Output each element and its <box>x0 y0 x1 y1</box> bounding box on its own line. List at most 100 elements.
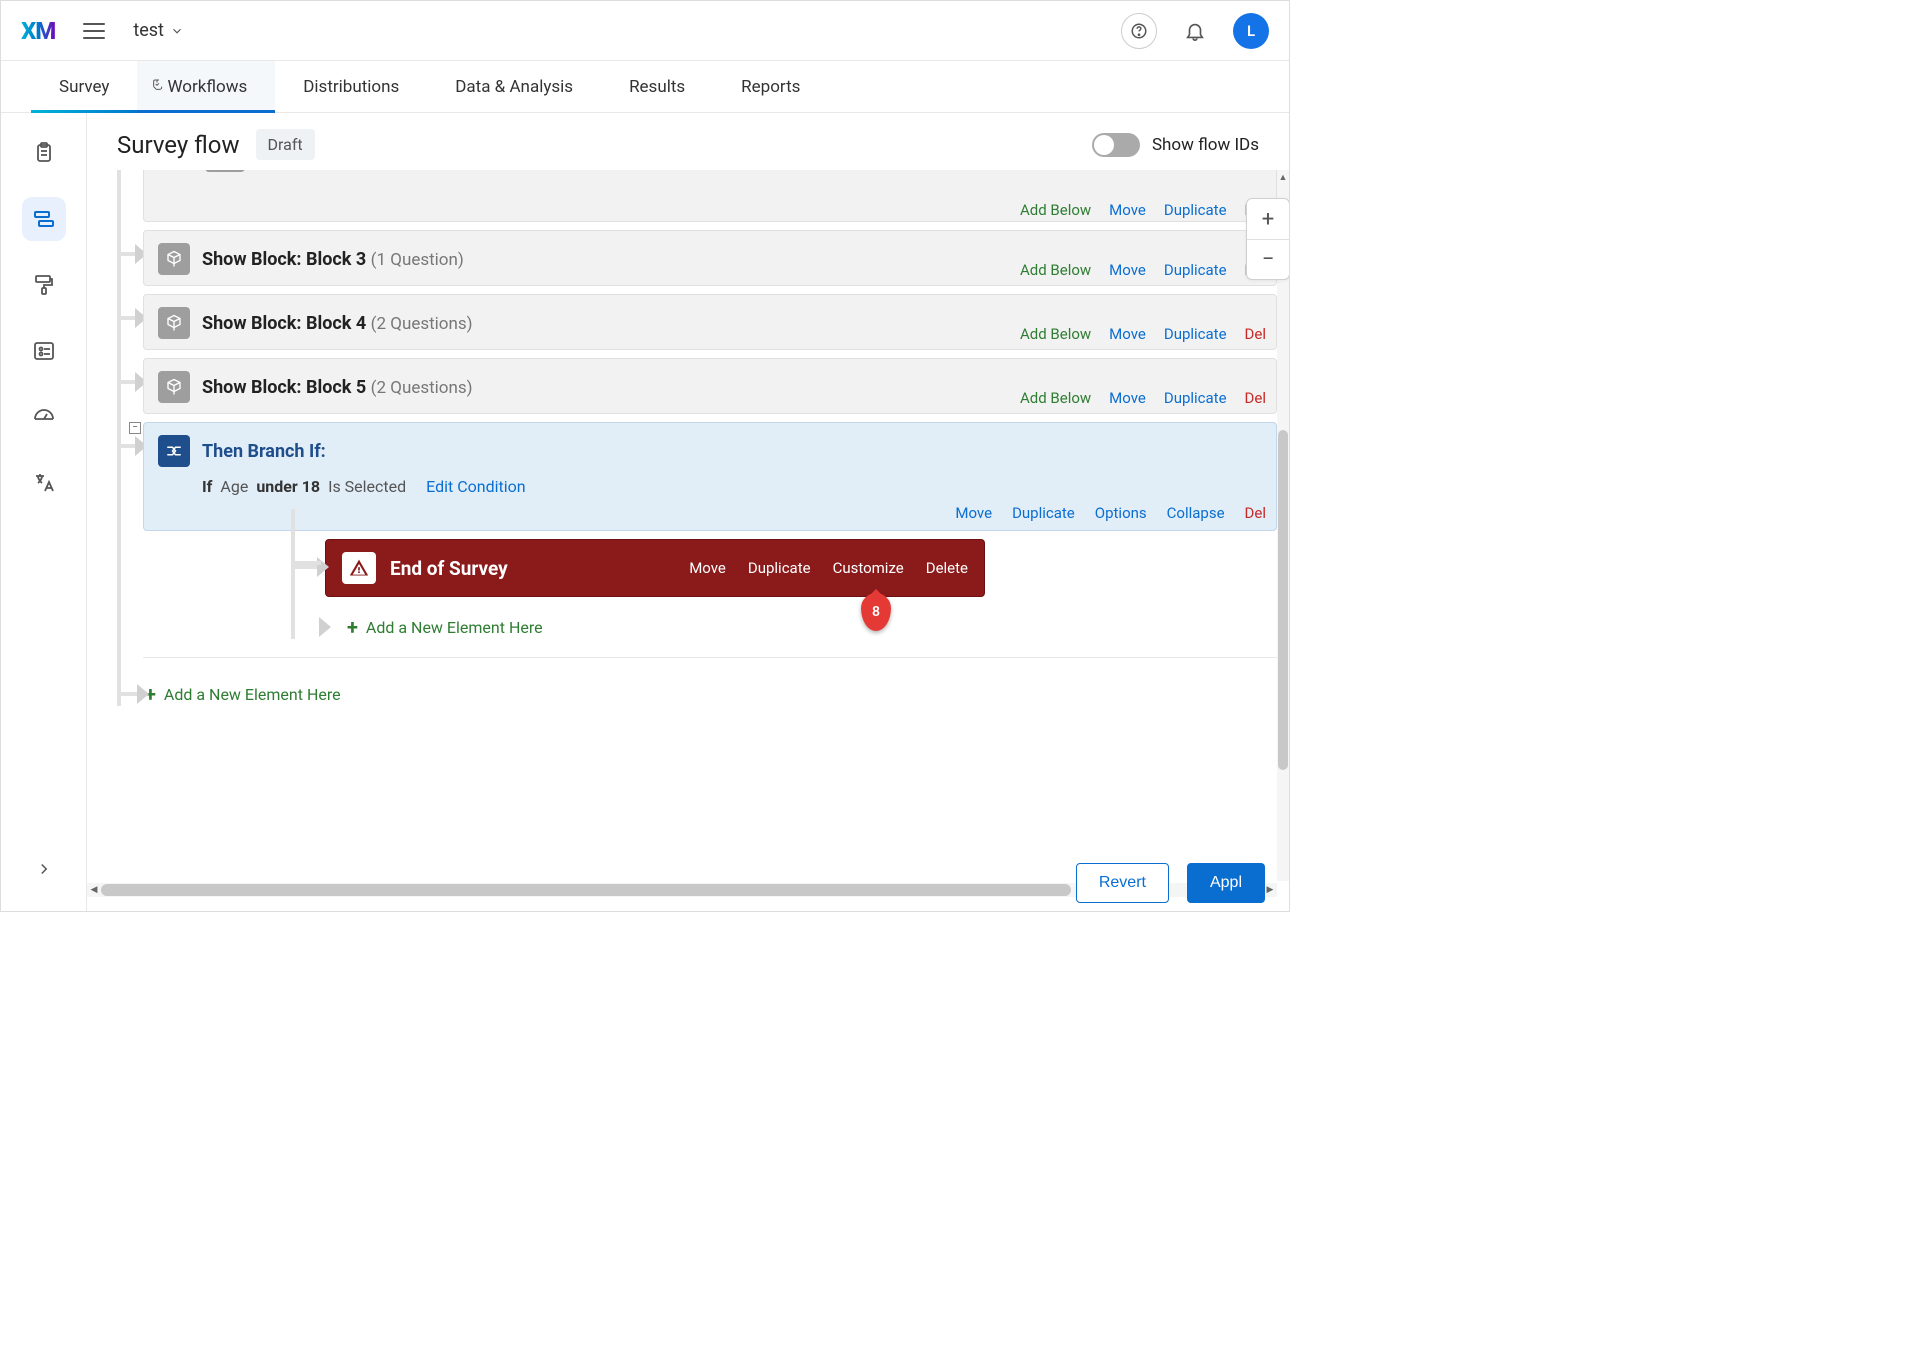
rail-translations[interactable] <box>22 461 66 505</box>
action-move[interactable]: Move <box>1109 389 1146 407</box>
paint-roller-icon <box>32 273 56 297</box>
rail-survey-flow[interactable] <box>22 197 66 241</box>
chevron-right-icon <box>35 860 53 878</box>
block-actions: Add Below Move Duplicate Del <box>1020 261 1266 279</box>
menu-icon[interactable] <box>79 14 109 48</box>
block-actions: Add Below Move Duplicate Del <box>1020 325 1266 343</box>
action-delete[interactable]: Del <box>1245 389 1266 407</box>
branch-icon <box>158 435 190 467</box>
tab-workflows[interactable]: Workflows <box>137 61 275 112</box>
rail-quotas[interactable] <box>22 395 66 439</box>
flow-column: Add Below Move Duplicate Del <box>111 170 1277 706</box>
action-move[interactable]: Move <box>1109 325 1146 343</box>
branch-title: Then Branch If: <box>202 441 326 462</box>
branch-actions: Move Duplicate Options Collapse Del <box>955 504 1266 522</box>
footer-buttons: Revert Appl <box>1076 863 1265 903</box>
scroll-left-arrow[interactable]: ◀ <box>87 885 101 895</box>
project-name-label: test <box>133 20 164 41</box>
branch-collapse-toggle[interactable]: − <box>129 422 141 434</box>
user-avatar[interactable]: L <box>1233 13 1269 49</box>
rail-look-feel[interactable] <box>22 263 66 307</box>
block-icon-stub <box>205 170 245 172</box>
end-of-survey-card[interactable]: End of Survey Move Duplicate Customize D… <box>325 539 985 597</box>
flow-block-row: Show Block: Block 4 (2 Questions) Add Be… <box>143 294 1277 350</box>
block-card[interactable]: Show Block: Block 4 (2 Questions) Add Be… <box>143 294 1277 350</box>
edit-condition-link[interactable]: Edit Condition <box>426 477 525 496</box>
topbar-right: L <box>1121 13 1269 49</box>
add-element-outer[interactable]: + Add a New Element Here <box>145 682 1277 706</box>
scroll-right-arrow[interactable]: ▶ <box>1263 885 1277 895</box>
action-move[interactable]: Move <box>1109 261 1146 279</box>
tab-workflows-label: Workflows <box>167 77 247 97</box>
block-title: Show Block: Block 4 (2 Questions) <box>202 313 473 334</box>
action-delete[interactable]: Del <box>1245 504 1266 522</box>
scroll-up-arrow[interactable]: ▲ <box>1277 170 1289 184</box>
tab-data-analysis[interactable]: Data & Analysis <box>427 61 601 112</box>
block-title: Show Block: Block 5 (2 Questions) <box>202 377 473 398</box>
cube-icon <box>158 243 190 275</box>
rail-builder[interactable] <box>22 131 66 175</box>
apply-button[interactable]: Appl <box>1187 863 1265 903</box>
plus-icon: + <box>347 615 358 639</box>
tab-bar: Survey Workflows Distributions Data & An… <box>1 61 1289 113</box>
action-move[interactable]: Move <box>955 504 992 522</box>
branch-card[interactable]: Then Branch If: If Age under 18 Is Selec… <box>143 422 1277 531</box>
notifications-button[interactable] <box>1177 13 1213 49</box>
project-name-dropdown[interactable]: test <box>133 20 184 41</box>
action-options[interactable]: Options <box>1095 504 1147 522</box>
eos-title: End of Survey <box>390 557 508 580</box>
action-collapse[interactable]: Collapse <box>1167 504 1225 522</box>
rail-survey-options[interactable] <box>22 329 66 373</box>
flow-branch-row: − Then Branch If: If Age under 18 <box>143 422 1277 531</box>
branch-children: End of Survey Move Duplicate Customize D… <box>291 539 1277 639</box>
show-flow-ids-label: Show flow IDs <box>1152 135 1259 155</box>
flow-canvas[interactable]: Add Below Move Duplicate Del <box>87 170 1277 881</box>
tab-survey[interactable]: Survey <box>31 61 137 112</box>
action-move[interactable]: Move <box>1109 201 1146 219</box>
tab-distributions[interactable]: Distributions <box>275 61 427 112</box>
tab-reports[interactable]: Reports <box>713 61 828 112</box>
zoom-in-button[interactable]: + <box>1247 199 1289 239</box>
block-card[interactable]: Show Block: Block 5 (2 Questions) Add Be… <box>143 358 1277 414</box>
block-card[interactable]: Add Below Move Duplicate Del <box>143 170 1277 222</box>
cube-icon <box>158 307 190 339</box>
separator <box>143 657 1277 658</box>
action-duplicate[interactable]: Duplicate <box>1164 201 1227 219</box>
horizontal-scroll-thumb[interactable] <box>101 884 1071 896</box>
warning-icon <box>342 552 376 584</box>
cube-icon <box>158 371 190 403</box>
revert-button[interactable]: Revert <box>1076 863 1169 903</box>
action-move[interactable]: Move <box>689 559 726 577</box>
action-add-below[interactable]: Add Below <box>1020 261 1091 279</box>
add-element-label: Add a New Element Here <box>164 685 341 704</box>
action-add-below[interactable]: Add Below <box>1020 201 1091 219</box>
block-card[interactable]: Show Block: Block 3 (1 Question) Add Bel… <box>143 230 1277 286</box>
action-duplicate[interactable]: Duplicate <box>1012 504 1075 522</box>
action-duplicate[interactable]: Duplicate <box>1164 325 1227 343</box>
main-area: Survey flow Draft Show flow IDs + − Add … <box>87 113 1289 911</box>
show-flow-ids-toggle[interactable] <box>1092 133 1140 157</box>
block-title: Show Block: Block 3 (1 Question) <box>202 249 464 270</box>
help-button[interactable] <box>1121 13 1157 49</box>
flow-trunk-line <box>117 170 121 706</box>
add-element-nested[interactable]: + Add a New Element Here <box>325 615 1277 639</box>
action-delete[interactable]: Del <box>1245 325 1266 343</box>
vertical-scroll-thumb[interactable] <box>1278 430 1288 770</box>
top-bar: XM test L <box>1 1 1289 61</box>
condition-value: under 18 <box>256 477 320 496</box>
gauge-icon <box>32 405 56 429</box>
zoom-out-button[interactable]: − <box>1247 239 1289 279</box>
action-duplicate[interactable]: Duplicate <box>748 559 811 577</box>
action-duplicate[interactable]: Duplicate <box>1164 389 1227 407</box>
action-add-below[interactable]: Add Below <box>1020 325 1091 343</box>
condition-operator: Is Selected <box>328 477 406 496</box>
action-add-below[interactable]: Add Below <box>1020 389 1091 407</box>
connector-arrow-icon <box>319 617 333 637</box>
tab-results[interactable]: Results <box>601 61 713 112</box>
connector-arrow-icon <box>137 684 151 704</box>
action-customize[interactable]: Customize <box>833 559 904 577</box>
action-duplicate[interactable]: Duplicate <box>1164 261 1227 279</box>
rail-expand-button[interactable] <box>22 847 66 891</box>
action-delete[interactable]: Delete <box>926 559 968 577</box>
branch-condition: If Age under 18 Is Selected Edit Conditi… <box>202 477 1262 496</box>
